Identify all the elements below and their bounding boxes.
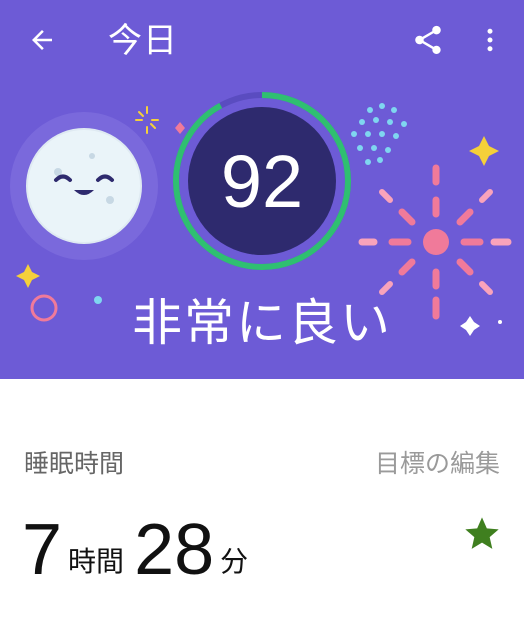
sleep-duration-value: 7 時間 28 分 (22, 500, 258, 590)
hours-unit: 時間 (68, 545, 125, 578)
minutes-unit: 分 (220, 545, 249, 578)
page-title: 今日 (108, 21, 178, 61)
sleep-hours: 7 (22, 510, 63, 590)
sleep-score-value: 92 (220, 139, 304, 223)
score-hero: 今日 92 非常に良い (0, 0, 524, 379)
firework-cyan (351, 103, 407, 165)
share-button[interactable] (404, 18, 452, 62)
sleep-duration-label: 睡眠時間 (24, 449, 125, 478)
moon-face-icon (26, 128, 142, 244)
share-icon (415, 25, 441, 55)
back-button[interactable] (20, 20, 64, 60)
more-vert-icon (487, 28, 493, 52)
sleep-score-gauge: 92 (170, 89, 354, 273)
star-icon (465, 517, 499, 549)
top-app-bar: 今日 (0, 0, 524, 82)
sparkle-burst (135, 106, 159, 134)
edit-goal-link[interactable]: 目標の編集 (375, 444, 500, 480)
more-options-button[interactable] (472, 18, 508, 62)
sleep-minutes: 28 (134, 510, 215, 590)
sleep-quality-label: 非常に良い (132, 294, 392, 352)
sparkle (16, 264, 40, 288)
arrow-left-icon (32, 30, 52, 50)
